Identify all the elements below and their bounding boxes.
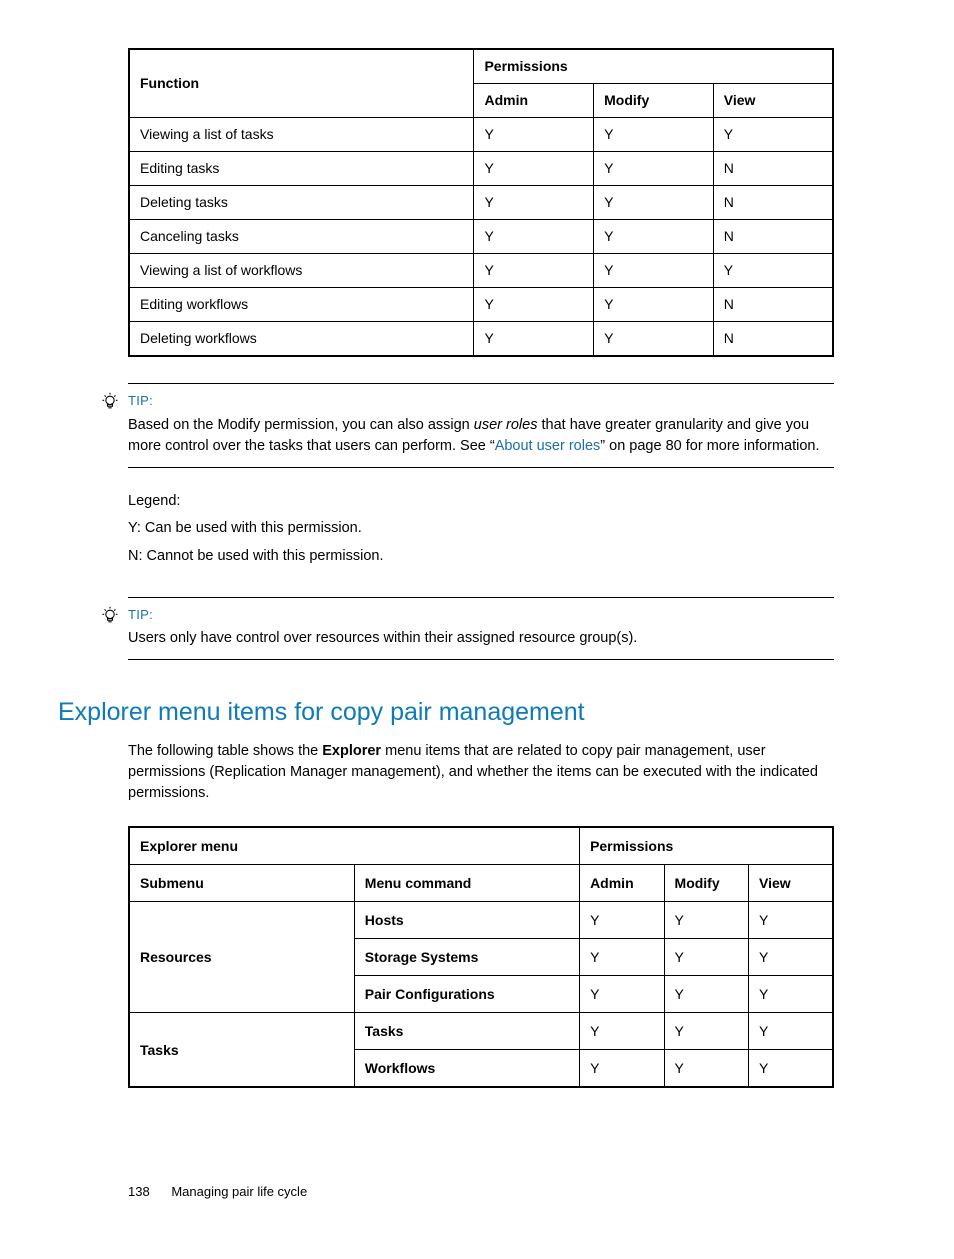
legend-n: N: Cannot be used with this permission. (128, 543, 834, 571)
cell-modify: Y (594, 220, 714, 254)
table-row: Canceling tasksYYN (129, 220, 833, 254)
cell-admin: Y (474, 288, 594, 322)
cell-admin: Y (474, 254, 594, 288)
cell-command: Storage Systems (354, 939, 579, 976)
cell-admin: Y (580, 1050, 664, 1088)
col-admin: Admin (580, 865, 664, 902)
cell-admin: Y (580, 1013, 664, 1050)
cell-view: Y (749, 902, 834, 939)
section-heading: Explorer menu items for copy pair manage… (58, 698, 834, 727)
col-modify: Modify (664, 865, 748, 902)
cell-view: Y (749, 939, 834, 976)
cell-submenu: Tasks (129, 1013, 354, 1088)
col-permissions: Permissions (474, 49, 833, 84)
cell-admin: Y (580, 939, 664, 976)
cell-modify: Y (664, 976, 748, 1013)
table-row: Editing workflowsYYN (129, 288, 833, 322)
legend: Legend: Y: Can be used with this permiss… (128, 488, 834, 571)
cell-admin: Y (474, 322, 594, 357)
cell-view: N (713, 152, 833, 186)
cell-modify: Y (664, 1050, 748, 1088)
col-permissions: Permissions (580, 827, 833, 865)
cell-func: Editing workflows (129, 288, 474, 322)
cell-func: Viewing a list of workflows (129, 254, 474, 288)
col-view: View (749, 865, 834, 902)
cell-modify: Y (594, 254, 714, 288)
col-explorer-menu: Explorer menu (129, 827, 580, 865)
table-row: Viewing a list of workflowsYYY (129, 254, 833, 288)
col-function: Function (129, 49, 474, 118)
col-modify: Modify (594, 84, 714, 118)
cell-command: Workflows (354, 1050, 579, 1088)
tip-block-2: TIP: Users only have control over resour… (128, 597, 834, 661)
cell-view: Y (749, 1013, 834, 1050)
page-footer: 138 Managing pair life cycle (128, 1184, 834, 1199)
table-row: Editing tasksYYN (129, 152, 833, 186)
table-row: ResourcesHostsYYY (129, 902, 833, 939)
table-row: Viewing a list of tasksYYY (129, 118, 833, 152)
legend-y: Y: Can be used with this permission. (128, 515, 834, 543)
col-submenu: Submenu (129, 865, 354, 902)
cell-admin: Y (474, 220, 594, 254)
explorer-table: Explorer menu Permissions Submenu Menu c… (128, 826, 834, 1088)
section-intro: The following table shows the Explorer m… (128, 741, 834, 804)
cell-func: Canceling tasks (129, 220, 474, 254)
cell-admin: Y (474, 118, 594, 152)
cell-modify: Y (594, 152, 714, 186)
lightbulb-icon (100, 392, 120, 412)
col-command: Menu command (354, 865, 579, 902)
cell-func: Viewing a list of tasks (129, 118, 474, 152)
legend-title: Legend: (128, 488, 834, 516)
cell-modify: Y (594, 186, 714, 220)
cell-modify: Y (664, 1013, 748, 1050)
cell-submenu: Resources (129, 902, 354, 1013)
cell-admin: Y (580, 902, 664, 939)
cell-modify: Y (594, 322, 714, 357)
about-user-roles-link[interactable]: About user roles (495, 438, 601, 454)
tip-label: TIP: (128, 606, 834, 625)
tip-block-1: TIP: Based on the Modify permission, you… (128, 383, 834, 468)
page-number: 138 (128, 1184, 150, 1199)
cell-func: Deleting tasks (129, 186, 474, 220)
cell-view: Y (749, 1050, 834, 1088)
cell-admin: Y (474, 186, 594, 220)
table-row: Deleting tasksYYN (129, 186, 833, 220)
cell-view: N (713, 322, 833, 357)
tip-body: Based on the Modify permission, you can … (128, 415, 834, 457)
tip-body: Users only have control over resources w… (128, 628, 834, 649)
chapter-title: Managing pair life cycle (171, 1184, 307, 1199)
cell-modify: Y (594, 288, 714, 322)
tip-label: TIP: (128, 392, 834, 411)
permissions-table: Function Permissions Admin Modify View V… (128, 48, 834, 357)
col-admin: Admin (474, 84, 594, 118)
col-view: View (713, 84, 833, 118)
cell-view: Y (749, 976, 834, 1013)
cell-view: N (713, 186, 833, 220)
cell-command: Tasks (354, 1013, 579, 1050)
table-row: TasksTasksYYY (129, 1013, 833, 1050)
cell-view: N (713, 288, 833, 322)
cell-modify: Y (664, 939, 748, 976)
cell-modify: Y (664, 902, 748, 939)
cell-command: Pair Configurations (354, 976, 579, 1013)
cell-modify: Y (594, 118, 714, 152)
cell-command: Hosts (354, 902, 579, 939)
cell-admin: Y (474, 152, 594, 186)
cell-func: Editing tasks (129, 152, 474, 186)
cell-admin: Y (580, 976, 664, 1013)
lightbulb-icon (100, 606, 120, 626)
table-row: Deleting workflowsYYN (129, 322, 833, 357)
cell-view: Y (713, 118, 833, 152)
cell-func: Deleting workflows (129, 322, 474, 357)
cell-view: N (713, 220, 833, 254)
cell-view: Y (713, 254, 833, 288)
